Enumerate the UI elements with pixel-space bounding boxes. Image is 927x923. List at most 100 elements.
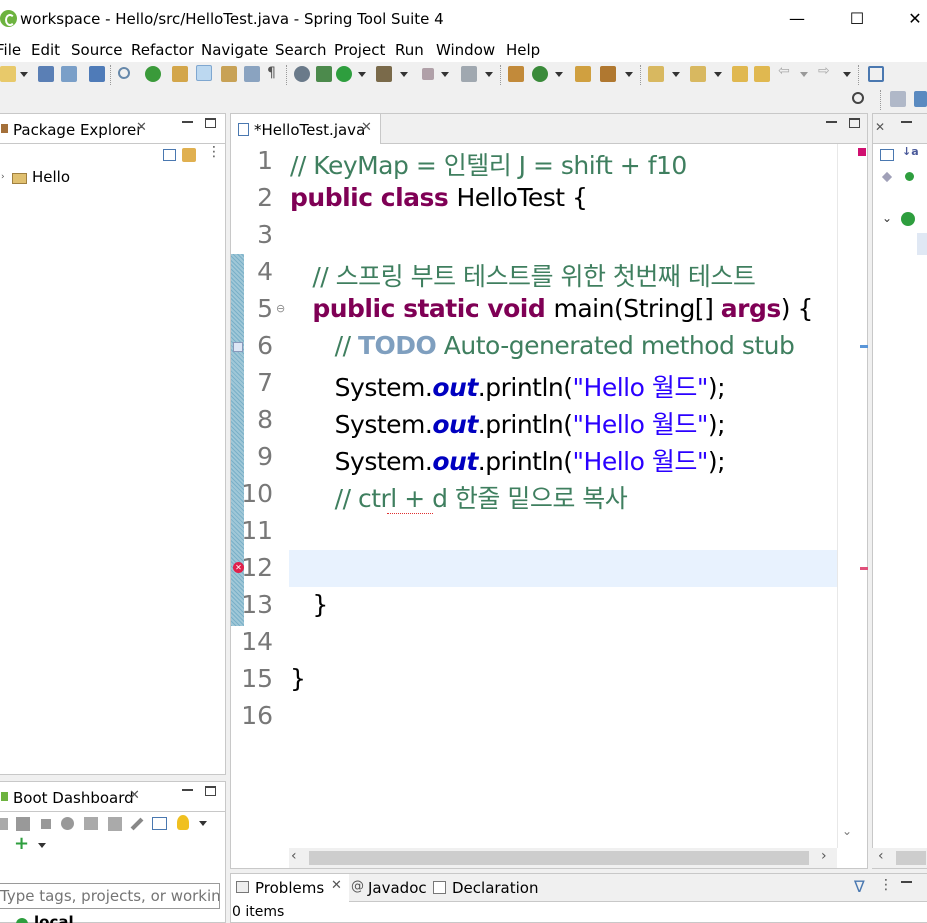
editor-tab-label[interactable]: *HelloTest.java bbox=[254, 121, 365, 139]
previous-annotation-icon[interactable] bbox=[690, 66, 706, 82]
add-icon[interactable]: + bbox=[14, 833, 29, 854]
expand-arrow-icon[interactable]: › bbox=[1, 172, 5, 182]
dropdown-arrow-icon[interactable] bbox=[38, 843, 46, 848]
minimize-view-button[interactable] bbox=[182, 121, 193, 124]
highlight-icon[interactable] bbox=[196, 65, 212, 81]
error-marker-icon[interactable]: ✕ bbox=[233, 562, 244, 573]
minimize-view-button[interactable] bbox=[901, 121, 912, 124]
forward-icon[interactable]: ⇨ bbox=[818, 63, 830, 79]
code-area[interactable]: 1 2 3 4 5 6 7 8 9 10 11 12 13 14 15 16 // KeyMap = 인텔리 … bbox=[231, 144, 837, 848]
bug-icon[interactable] bbox=[316, 66, 332, 82]
maximize-button[interactable]: ☐ bbox=[842, 8, 872, 30]
stop-icon[interactable] bbox=[422, 68, 434, 80]
code-line[interactable]: } bbox=[290, 590, 328, 619]
menu-help[interactable]: Help bbox=[506, 41, 540, 59]
console-icon[interactable] bbox=[84, 817, 98, 830]
expand-arrow-icon[interactable]: ⌄ bbox=[882, 211, 892, 225]
spring-boot-icon[interactable] bbox=[145, 66, 161, 82]
menu-run[interactable]: Run bbox=[395, 41, 424, 59]
code-line[interactable]: public static void main(String[] args) { bbox=[290, 294, 813, 323]
scrollbar-thumb[interactable] bbox=[896, 851, 926, 865]
minimize-view-button[interactable] bbox=[826, 121, 837, 124]
editor-tab[interactable]: *HelloTest.java ✕ bbox=[231, 114, 381, 144]
scroll-down-icon[interactable]: ⌄ bbox=[842, 824, 852, 838]
hide-fields-icon[interactable] bbox=[881, 171, 893, 183]
maximize-view-button[interactable] bbox=[205, 786, 216, 796]
package-explorer-tab[interactable]: Package Explorer bbox=[13, 121, 142, 139]
local-target-label[interactable]: local bbox=[34, 913, 74, 923]
view-menu-icon[interactable]: ⋮ bbox=[879, 877, 893, 893]
boot-dashboard-tab[interactable]: Boot Dashboard bbox=[13, 789, 134, 807]
filter-icon[interactable] bbox=[0, 838, 6, 850]
code-line[interactable]: System.out.println("Hello 월드"); bbox=[290, 368, 726, 404]
boot-dashboard-filter-input[interactable] bbox=[0, 883, 220, 909]
task-indicator[interactable] bbox=[860, 345, 868, 348]
dropdown-arrow-icon[interactable] bbox=[800, 72, 808, 77]
code-line[interactable]: // 스프링 부트 테스트를 위한 첫번째 테스트 bbox=[290, 257, 756, 293]
hide-static-icon[interactable] bbox=[905, 172, 914, 181]
menu-navigate[interactable]: Navigate bbox=[201, 41, 268, 59]
collapse-icon[interactable] bbox=[880, 149, 894, 161]
method-row[interactable] bbox=[917, 233, 927, 255]
menu-source[interactable]: Source bbox=[71, 41, 123, 59]
tab-declaration[interactable]: Declaration bbox=[452, 879, 538, 897]
debug-app-icon[interactable] bbox=[16, 817, 30, 831]
dropdown-arrow-icon[interactable] bbox=[20, 72, 28, 77]
open-browser-icon[interactable] bbox=[61, 817, 74, 830]
code-line[interactable]: // KeyMap = 인텔리 J = shift + f10 bbox=[290, 146, 687, 182]
menu-file[interactable]: File bbox=[0, 41, 21, 59]
maximize-view-button[interactable] bbox=[205, 118, 216, 128]
dropdown-arrow-icon[interactable] bbox=[485, 72, 493, 77]
filter-icon[interactable]: ∇ bbox=[854, 877, 865, 896]
pilcrow-icon[interactable]: ¶ bbox=[267, 65, 276, 81]
tab-problems-label[interactable]: Problems bbox=[255, 879, 324, 897]
horizontal-scrollbar[interactable]: ‹ › bbox=[289, 848, 837, 868]
minimize-button[interactable]: — bbox=[782, 8, 812, 30]
dropdown-arrow-icon[interactable] bbox=[672, 72, 680, 77]
pen-icon[interactable] bbox=[600, 66, 616, 82]
project-label[interactable]: Hello bbox=[32, 168, 70, 186]
new-project-icon[interactable] bbox=[508, 66, 524, 82]
dropdown-arrow-icon[interactable] bbox=[555, 72, 563, 77]
tab-javadoc[interactable]: Javadoc bbox=[368, 879, 427, 897]
menu-edit[interactable]: Edit bbox=[31, 41, 60, 59]
scroll-left-icon[interactable]: ‹ bbox=[291, 848, 297, 864]
link-with-editor-icon[interactable] bbox=[182, 148, 196, 162]
back-icon[interactable]: ⇦ bbox=[778, 63, 790, 79]
perspective-spring-icon[interactable] bbox=[914, 91, 927, 107]
debug-icon[interactable] bbox=[294, 66, 310, 82]
perspective-java-icon[interactable] bbox=[890, 91, 906, 107]
dropdown-arrow-icon[interactable] bbox=[199, 821, 207, 826]
save-all-icon[interactable] bbox=[61, 66, 77, 82]
close-tab-icon[interactable]: ✕ bbox=[129, 788, 140, 803]
minimize-view-button[interactable] bbox=[901, 881, 912, 884]
new-icon[interactable] bbox=[0, 66, 16, 82]
dropdown-arrow-icon[interactable] bbox=[441, 72, 449, 77]
dropdown-arrow-icon[interactable] bbox=[358, 72, 366, 77]
refresh-icon[interactable] bbox=[108, 817, 122, 831]
scroll-left-icon[interactable]: ‹ bbox=[878, 848, 884, 864]
code-line[interactable]: // TODO Auto-generated method stub bbox=[290, 331, 795, 360]
code-line[interactable]: System.out.println("Hello 월드"); bbox=[290, 442, 726, 478]
open-perspective-icon[interactable] bbox=[868, 66, 884, 82]
close-tab-icon[interactable]: ✕ bbox=[361, 120, 372, 135]
annotation-icon[interactable] bbox=[221, 66, 237, 82]
edit-icon[interactable] bbox=[130, 817, 144, 831]
stop-app-icon[interactable] bbox=[41, 819, 51, 829]
error-indicator[interactable] bbox=[858, 148, 866, 156]
close-tab-icon[interactable]: ✕ bbox=[136, 120, 147, 135]
menu-project[interactable]: Project bbox=[334, 41, 385, 59]
overview-ruler[interactable]: ⌄ bbox=[837, 144, 868, 848]
close-tab-icon[interactable]: ✕ bbox=[875, 120, 885, 134]
view-menu-icon[interactable]: ⋮ bbox=[207, 144, 221, 160]
save-icon[interactable] bbox=[38, 66, 54, 82]
dropdown-arrow-icon[interactable] bbox=[400, 72, 408, 77]
scrollbar-thumb[interactable] bbox=[309, 851, 809, 865]
dropdown-arrow-icon[interactable] bbox=[843, 72, 851, 77]
menu-window[interactable]: Window bbox=[436, 41, 495, 59]
open-type-icon[interactable] bbox=[172, 66, 188, 82]
class-icon[interactable] bbox=[901, 212, 915, 226]
scroll-right-icon[interactable]: › bbox=[821, 848, 827, 864]
collapse-all-icon[interactable] bbox=[163, 149, 176, 161]
dropdown-arrow-icon[interactable] bbox=[714, 72, 722, 77]
